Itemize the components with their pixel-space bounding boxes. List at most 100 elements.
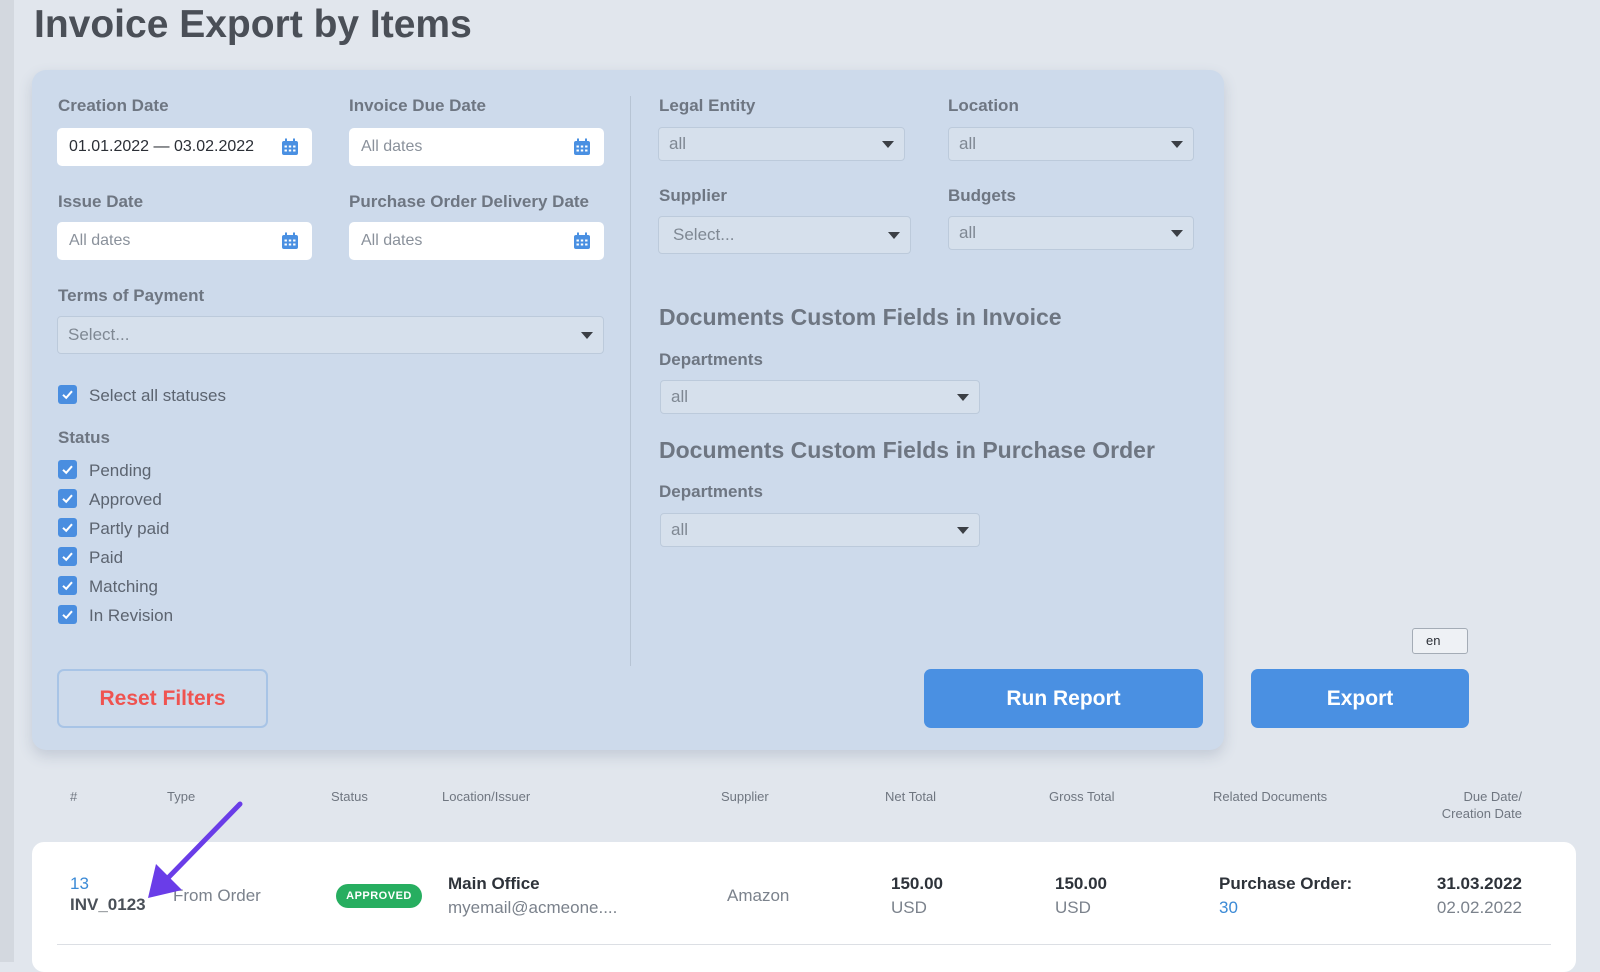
invoice-departments-value: all [671, 387, 689, 406]
creation-date: 02.02.2022 [1436, 898, 1522, 917]
calendar-icon[interactable] [280, 231, 300, 251]
chevron-down-icon [581, 331, 593, 339]
select-all-statuses-label: Select all statuses [89, 386, 227, 405]
status-checkbox-in-revision[interactable] [58, 605, 77, 624]
po-departments-value: all [671, 520, 689, 539]
check-icon [62, 581, 73, 591]
custom-fields-invoice-heading: Documents Custom Fields in Invoice [659, 304, 1062, 330]
column-divider [630, 96, 631, 666]
related-document-label: Purchase Order: [1219, 874, 1353, 893]
chevron-down-icon [1171, 140, 1183, 148]
export-button[interactable]: Export [1251, 669, 1469, 728]
check-icon [62, 523, 73, 533]
invoice-departments-select[interactable]: all [660, 380, 980, 414]
invoice-id: INV_0123 [70, 895, 146, 914]
terms-of-payment-select[interactable]: Select... [57, 316, 604, 354]
row-divider [57, 944, 1551, 945]
page-title: Invoice Export by Items [34, 3, 472, 46]
calendar-icon[interactable] [572, 137, 592, 157]
budgets-value: all [959, 223, 977, 242]
chevron-down-icon [888, 231, 900, 239]
custom-fields-po-heading: Documents Custom Fields in Purchase Orde… [659, 437, 1155, 463]
related-document-link[interactable]: 30 [1219, 898, 1238, 918]
po-delivery-date-label: Purchase Order Delivery Date [349, 192, 590, 211]
terms-of-payment-label: Terms of Payment [58, 286, 205, 305]
location-label: Location [948, 96, 1019, 115]
issue-date-placeholder: All dates [69, 232, 131, 249]
location-value: all [959, 134, 977, 153]
status-checkbox-matching[interactable] [58, 576, 77, 595]
calendar-icon[interactable] [572, 231, 592, 251]
status-label-partly-paid: Partly paid [89, 519, 170, 538]
check-icon [62, 552, 73, 562]
status-checkbox-approved[interactable] [58, 489, 77, 508]
run-report-button[interactable]: Run Report [924, 669, 1203, 728]
chevron-down-icon [1171, 229, 1183, 237]
annotation-arrow-icon [148, 801, 243, 898]
po-delivery-date-placeholder: All dates [361, 232, 423, 249]
supplier-label: Supplier [659, 186, 728, 205]
check-icon [62, 390, 73, 400]
check-icon [62, 610, 73, 620]
calendar-icon[interactable] [280, 137, 300, 157]
invoice-due-date-field[interactable]: All dates [349, 128, 604, 166]
table-row[interactable] [32, 842, 1576, 972]
status-label-matching: Matching [89, 577, 158, 596]
status-label-paid: Paid [89, 548, 124, 567]
status-badge: APPROVED [336, 884, 422, 908]
chevron-down-icon [957, 526, 969, 534]
invoice-due-date-placeholder: All dates [361, 138, 423, 155]
legal-entity-value: all [669, 134, 687, 153]
gross-total-amount: 150.00 [1055, 874, 1107, 893]
invoice-number-link[interactable]: 13 [70, 874, 89, 894]
status-label-in-revision: In Revision [89, 606, 174, 625]
chevron-down-icon [957, 393, 969, 401]
status-checkbox-pending[interactable] [58, 460, 77, 479]
creation-date-field[interactable]: 01.01.2022 — 03.02.2022 [57, 128, 312, 166]
supplier-name: Amazon [727, 886, 790, 905]
location-select[interactable]: all [948, 127, 1194, 161]
header-supplier: Supplier [721, 789, 769, 804]
left-edge [0, 0, 14, 962]
supplier-select[interactable]: Select... [658, 216, 911, 254]
header-related-documents: Related Documents [1213, 789, 1328, 804]
header-number: # [70, 789, 78, 804]
creation-date-label: Creation Date [58, 96, 169, 115]
status-label-pending: Pending [89, 461, 152, 480]
status-checkbox-partly-paid[interactable] [58, 518, 77, 537]
check-icon [62, 494, 73, 504]
net-total-currency: USD [891, 898, 927, 917]
status-label: Status [58, 428, 110, 447]
creation-date-value: 01.01.2022 — 03.02.2022 [69, 138, 255, 155]
language-selector[interactable]: en [1412, 628, 1468, 654]
header-gross-total: Gross Total [1049, 789, 1115, 804]
invoice-due-date-label: Invoice Due Date [349, 96, 486, 115]
po-delivery-date-field[interactable]: All dates [349, 222, 604, 260]
select-all-statuses-checkbox[interactable] [58, 385, 77, 404]
budgets-select[interactable]: all [948, 216, 1194, 250]
header-due-date: Due Date/ [1463, 789, 1522, 804]
chevron-down-icon [882, 140, 894, 148]
status-checkbox-paid[interactable] [58, 547, 77, 566]
legal-entity-label: Legal Entity [659, 96, 756, 115]
due-date: 31.03.2022 [1436, 874, 1522, 893]
issue-date-field[interactable]: All dates [57, 222, 312, 260]
header-net-total: Net Total [885, 789, 937, 804]
header-creation-date: Creation Date [1441, 806, 1522, 821]
header-status: Status [331, 789, 368, 804]
reset-filters-button[interactable]: Reset Filters [57, 669, 268, 728]
issue-date-label: Issue Date [58, 192, 144, 211]
po-departments-label: Departments [659, 482, 763, 501]
gross-total-currency: USD [1055, 898, 1091, 917]
filter-panel [32, 70, 1224, 750]
legal-entity-select[interactable]: all [658, 127, 905, 161]
issuer-email: myemail@acmeone.... [448, 898, 618, 917]
header-location-issuer: Location/Issuer [442, 789, 531, 804]
supplier-placeholder: Select... [673, 225, 735, 244]
check-icon [62, 465, 73, 475]
invoice-departments-label: Departments [659, 350, 763, 369]
terms-of-payment-placeholder: Select... [68, 325, 130, 344]
budgets-label: Budgets [948, 186, 1016, 205]
status-label-approved: Approved [89, 490, 162, 509]
po-departments-select[interactable]: all [660, 513, 980, 547]
